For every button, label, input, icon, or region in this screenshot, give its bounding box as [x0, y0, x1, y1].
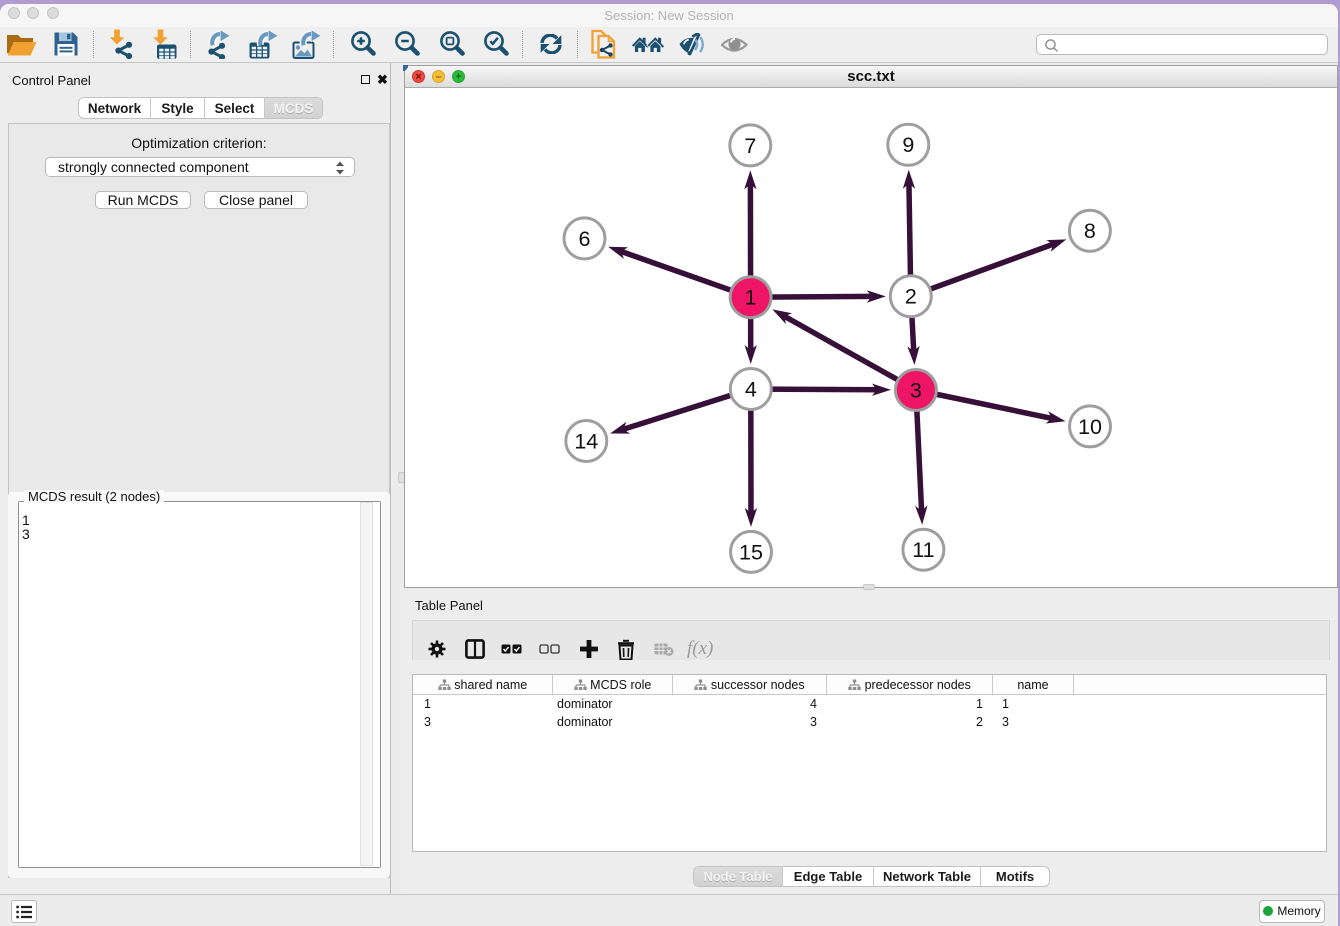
svg-text:3: 3	[910, 378, 922, 402]
svg-text:11: 11	[912, 538, 934, 562]
svg-text:15: 15	[739, 540, 763, 564]
svg-text:1: 1	[745, 286, 757, 310]
svg-text:2: 2	[905, 285, 917, 309]
svg-text:8: 8	[1084, 219, 1096, 243]
svg-text:9: 9	[902, 133, 914, 157]
svg-text:7: 7	[744, 134, 756, 158]
svg-text:6: 6	[579, 227, 591, 251]
svg-text:4: 4	[745, 377, 757, 401]
svg-text:10: 10	[1078, 415, 1102, 439]
svg-text:14: 14	[574, 429, 598, 453]
